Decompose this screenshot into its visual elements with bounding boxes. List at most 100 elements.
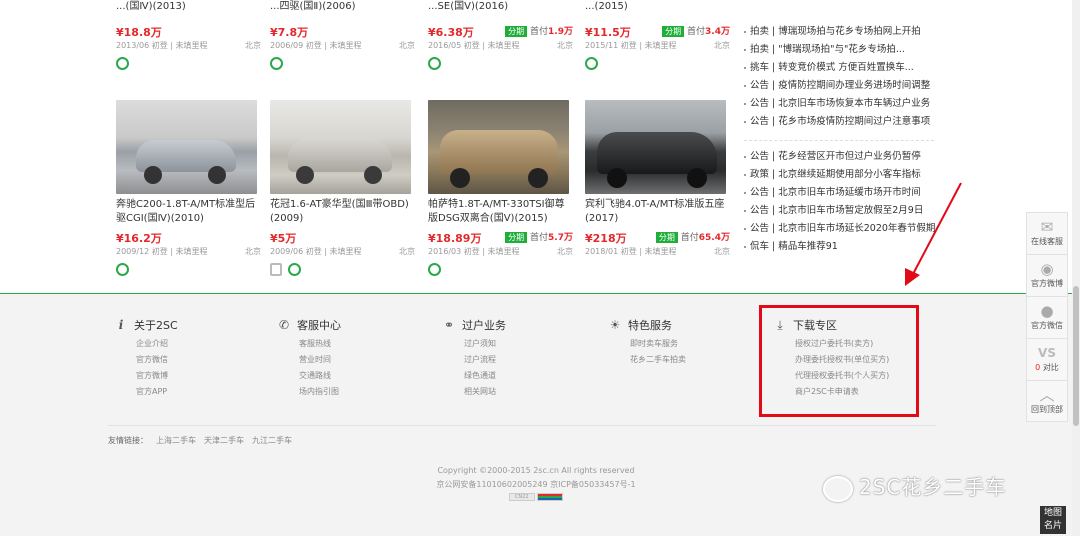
car-city: 北京 xyxy=(399,247,415,256)
installment-tag: 分期 xyxy=(505,26,528,37)
news-item[interactable]: 公告 | 北京旧车市场恢复本市车辆过户业务 xyxy=(744,95,944,113)
footer-link[interactable]: 花乡二手车拍卖 xyxy=(630,352,686,368)
down-payment-amount: 5.7万 xyxy=(548,233,573,243)
car-photo[interactable] xyxy=(585,100,726,194)
car-card[interactable]: ...四驱(国Ⅱ)(2006) ¥7.8万 2006/09 初登 | 未填里程 北… xyxy=(270,0,415,71)
car-title[interactable]: ...SE(国Ⅴ)(2016) xyxy=(428,0,573,14)
back-to-top-button[interactable]: ︿ 回到顶部 xyxy=(1026,380,1068,422)
car-price-row: ¥218万 分期 首付65.4万 xyxy=(585,230,730,245)
car-card[interactable]: ...(国Ⅳ)(2013) ¥18.8万 2013/06 初登 | 未填里程 北京 xyxy=(116,0,261,71)
news-item[interactable]: 拍卖 | "博瑞现场拍"与"花乡专场拍... xyxy=(744,41,944,59)
wechat-logo-icon xyxy=(823,475,853,502)
footer-heading-text: 特色服务 xyxy=(628,319,672,332)
certified-icon xyxy=(270,57,283,70)
download-highlight-box xyxy=(759,305,919,417)
installment-info[interactable]: 分期 首付5.7万 xyxy=(505,230,573,243)
car-title[interactable]: ...四驱(国Ⅱ)(2006) xyxy=(270,0,415,14)
beian-badge[interactable]: CN22 xyxy=(508,492,535,501)
car-listing-grid: ...(国Ⅳ)(2013) ¥18.8万 2013/06 初登 | 未填里程 北京… xyxy=(110,0,735,293)
down-payment-label: 首付 xyxy=(687,27,706,37)
car-title[interactable]: ...(2015) xyxy=(585,0,730,14)
weibo-button[interactable]: ◉ 官方微博 xyxy=(1026,254,1068,296)
car-city: 北京 xyxy=(714,41,730,50)
news-item[interactable]: 公告 | 北京市旧车市场延缓市场开市时间 xyxy=(744,184,944,202)
car-price-row: ¥6.38万 分期 首付1.9万 xyxy=(428,24,573,39)
car-price: ¥218万 xyxy=(585,232,627,245)
car-title[interactable]: 帕萨特1.8T-A/MT-330TSI御尊版DSG双离合(国Ⅴ)(2015) xyxy=(428,198,573,226)
compare-button[interactable]: VS 0 对比 xyxy=(1026,338,1068,380)
car-price: ¥5万 xyxy=(270,232,297,245)
car-city: 北京 xyxy=(245,41,261,50)
news-item[interactable]: 拍卖 | 博瑞现场拍与花乡专场拍网上开拍 xyxy=(744,23,944,41)
news-item[interactable]: 公告 | 北京市旧车市场暂定放假至2月9日 xyxy=(744,202,944,220)
footer-link[interactable]: 即时卖车服务 xyxy=(630,336,686,352)
installment-info[interactable]: 分期 首付65.4万 xyxy=(655,230,730,243)
news-item[interactable]: 侃车 | 精品车推荐91 xyxy=(744,238,944,256)
friend-links-label: 友情链接： xyxy=(108,436,148,445)
certified-icon xyxy=(428,263,441,276)
friend-link[interactable]: 上海二手车 xyxy=(156,436,196,445)
car-photo[interactable] xyxy=(116,100,257,194)
car-badges xyxy=(116,263,261,277)
news-item[interactable]: 公告 | 花乡经营区开市但过户业务仍暂停 xyxy=(744,148,944,166)
news-item[interactable]: 政策 | 北京继续延期使用部分小客车指标 xyxy=(744,166,944,184)
car-title[interactable]: 花冠1.6-AT豪华型(国Ⅲ带OBD)(2009) xyxy=(270,198,415,226)
certified-icon xyxy=(116,263,129,276)
footer-link[interactable]: 企业介绍 xyxy=(136,336,178,352)
footer-heading-text: 关于2SC xyxy=(134,319,178,332)
car-badges xyxy=(116,57,261,71)
car-photo[interactable] xyxy=(270,100,411,194)
car-meta: 2006/09 初登 | 未填里程 北京 xyxy=(270,40,415,52)
online-service-button[interactable]: ✉ 在线客服 xyxy=(1026,212,1068,254)
installment-info[interactable]: 分期 首付1.9万 xyxy=(505,24,573,37)
footer-link[interactable]: 官方微博 xyxy=(136,368,178,384)
friend-links: 友情链接： 上海二手车 天津二手车 九江二手车 xyxy=(108,435,292,446)
footer-link[interactable]: 营业时间 xyxy=(299,352,341,368)
map-card-button[interactable]: 地图名片 xyxy=(1040,506,1066,534)
wechat-label: 官方微信 xyxy=(1031,321,1063,330)
car-price: ¥6.38万 xyxy=(428,26,474,39)
wechat-button[interactable]: ● 官方微信 xyxy=(1026,296,1068,338)
car-card[interactable]: ...(2015) ¥11.5万 分期 首付3.4万 2015/11 初登 | … xyxy=(585,0,730,71)
footer-link[interactable]: 相关网站 xyxy=(464,384,506,400)
car-city: 北京 xyxy=(557,41,573,50)
car-title[interactable]: ...(国Ⅳ)(2013) xyxy=(116,0,261,14)
car-meta: 2016/03 初登 | 未填里程 北京 xyxy=(428,246,573,258)
footer-link[interactable]: 绿色通道 xyxy=(464,368,506,384)
friend-link[interactable]: 九江二手车 xyxy=(252,436,292,445)
car-meta-text: 2015/11 初登 | 未填里程 xyxy=(585,41,677,50)
news-item[interactable]: 挑车 | 转变竞价模式 方便百姓置换车... xyxy=(744,59,944,77)
footer-col-special: ☀ 特色服务 即时卖车服务 花乡二手车拍卖 xyxy=(608,316,686,368)
page-scrollbar[interactable] xyxy=(1072,0,1080,536)
car-title[interactable]: 奔驰C200-1.8T-A/MT标准型后驱CGI(国Ⅳ)(2010) xyxy=(116,198,261,226)
footer-link[interactable]: 客服热线 xyxy=(299,336,341,352)
friend-link[interactable]: 天津二手车 xyxy=(204,436,244,445)
car-photo[interactable] xyxy=(428,100,569,194)
car-card[interactable]: 帕萨特1.8T-A/MT-330TSI御尊版DSG双离合(国Ⅴ)(2015) ¥… xyxy=(428,100,573,277)
news-item[interactable]: 公告 | 北京市旧车市场延长2020年春节假期 xyxy=(744,220,944,238)
footer-link[interactable]: 过户流程 xyxy=(464,352,506,368)
footer-link[interactable]: 交通路线 xyxy=(299,368,341,384)
news-item[interactable]: 公告 | 花乡市场疫情防控期间过户注意事项 xyxy=(744,113,944,131)
car-card[interactable]: 奔驰C200-1.8T-A/MT标准型后驱CGI(国Ⅳ)(2010) ¥16.2… xyxy=(116,100,261,277)
car-card[interactable]: 花冠1.6-AT豪华型(国Ⅲ带OBD)(2009) ¥5万 2009/06 初登… xyxy=(270,100,415,277)
car-price-row: ¥7.8万 xyxy=(270,24,415,39)
car-meta-text: 2018/01 初登 | 未填里程 xyxy=(585,247,677,256)
footer-link[interactable]: 场内指引图 xyxy=(299,384,341,400)
car-card[interactable]: 宾利飞驰4.0T-A/MT标准版五座(2017) ¥218万 分期 首付65.4… xyxy=(585,100,730,258)
car-title[interactable]: 宾利飞驰4.0T-A/MT标准版五座(2017) xyxy=(585,198,730,226)
certified-icon xyxy=(116,57,129,70)
car-meta: 2016/05 初登 | 未填里程 北京 xyxy=(428,40,573,52)
news-item[interactable]: 公告 | 疫情防控期间办理业务进场时间调整 xyxy=(744,77,944,95)
car-badges xyxy=(270,57,415,71)
footer-link[interactable]: 官方微信 xyxy=(136,352,178,368)
car-meta-text: 2016/03 初登 | 未填里程 xyxy=(428,247,520,256)
footer-link[interactable]: 过户须知 xyxy=(464,336,506,352)
scrollbar-thumb[interactable] xyxy=(1073,286,1079,426)
trust-badge-icon[interactable] xyxy=(537,492,564,501)
back-to-top-label: 回到顶部 xyxy=(1031,405,1063,414)
vs-icon: VS xyxy=(1038,346,1056,360)
car-card[interactable]: ...SE(国Ⅴ)(2016) ¥6.38万 分期 首付1.9万 2016/05… xyxy=(428,0,573,71)
footer-link[interactable]: 官方APP xyxy=(136,384,178,400)
installment-info[interactable]: 分期 首付3.4万 xyxy=(662,24,730,37)
